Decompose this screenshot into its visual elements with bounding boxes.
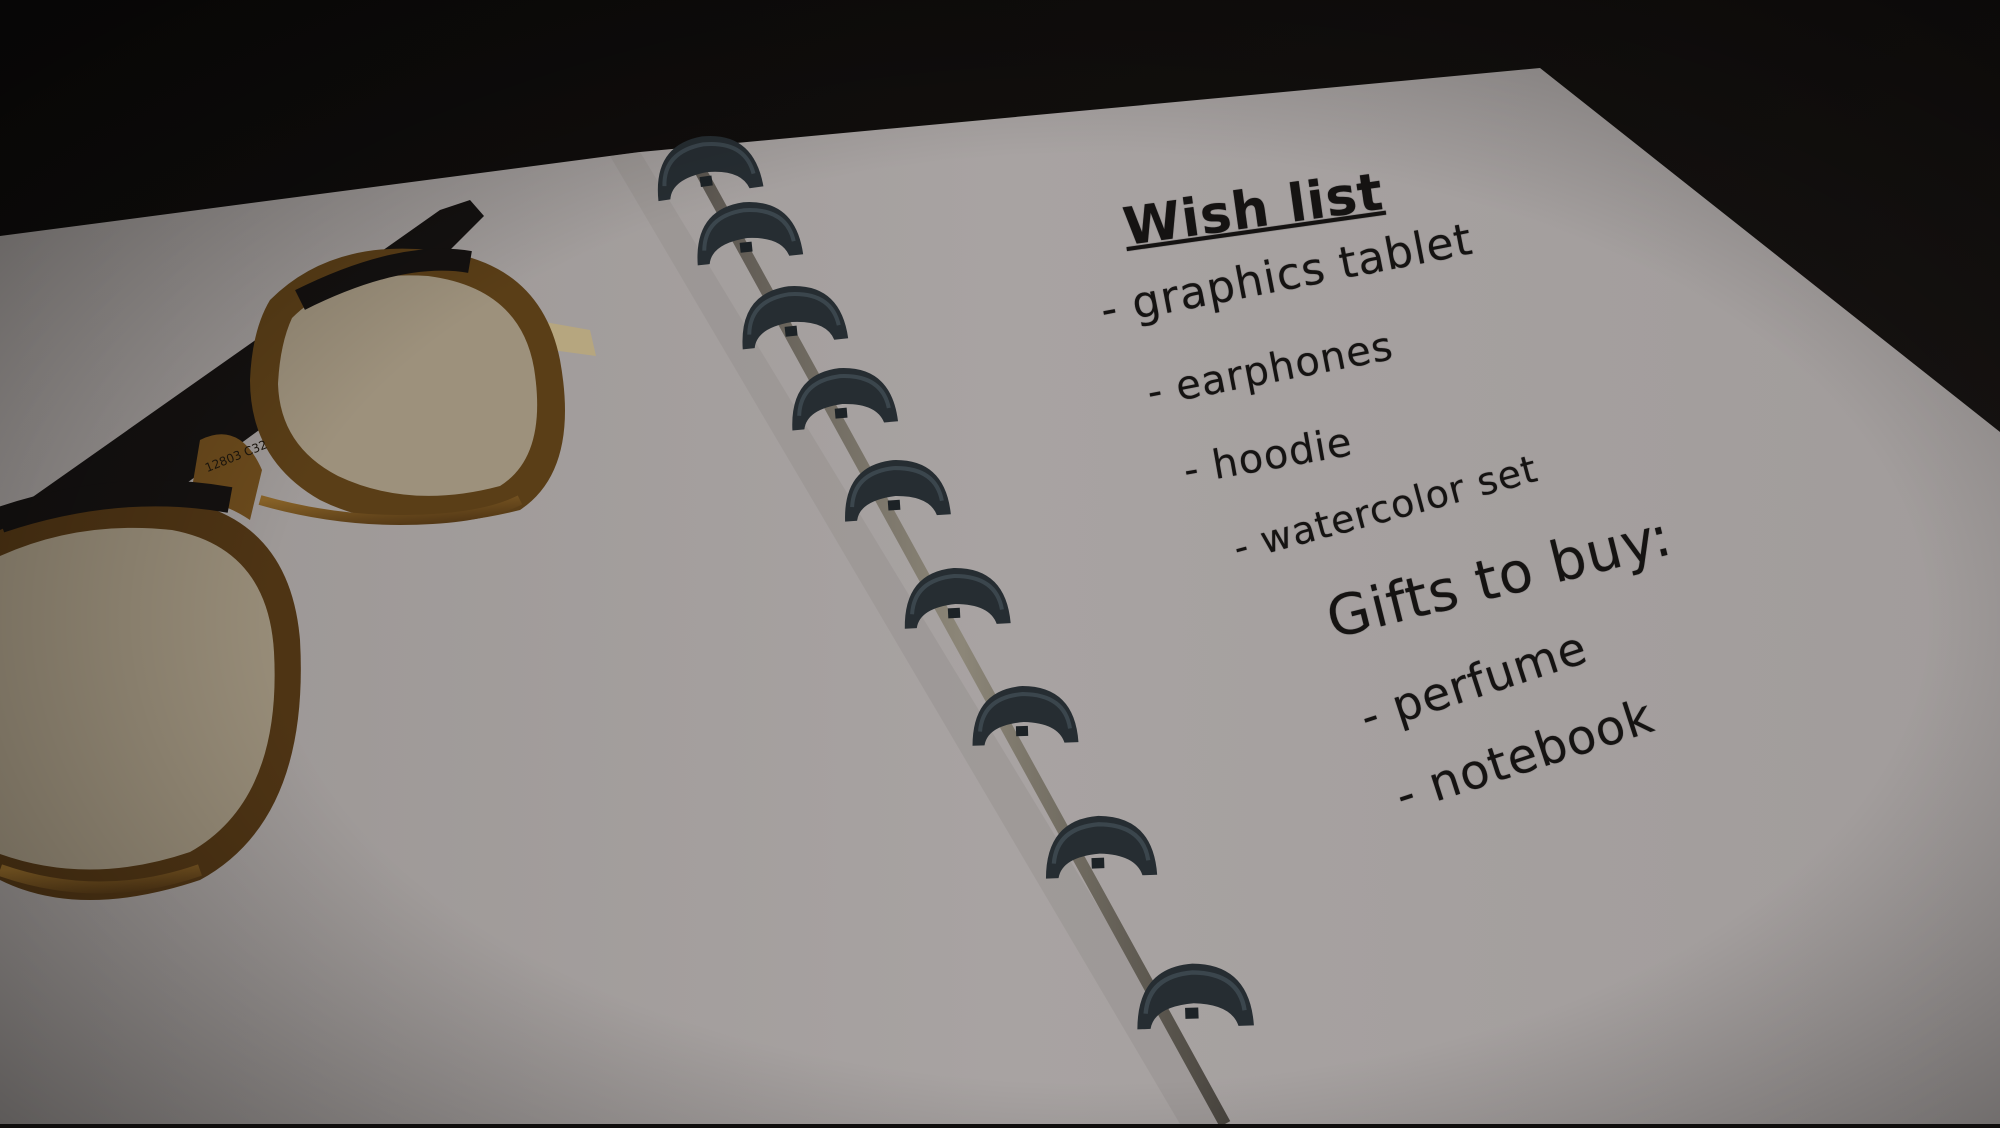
photo-illustration bbox=[0, 0, 2000, 1127]
vignette bbox=[0, 0, 2000, 1124]
photo-scene: 12803 C32 Wish list - graphics tablet - … bbox=[0, 0, 2000, 1127]
